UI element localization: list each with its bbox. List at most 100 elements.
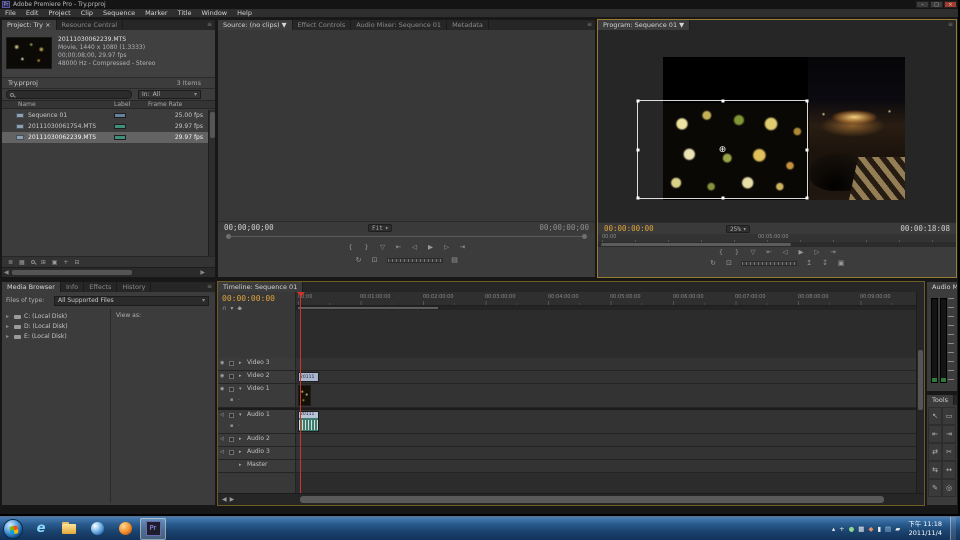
- sync-lock-checkbox[interactable]: [229, 361, 234, 366]
- start-button[interactable]: [3, 519, 23, 539]
- source-zoom-bar[interactable]: [218, 233, 595, 240]
- clip-video-2[interactable]: 20111: [298, 372, 319, 382]
- slide-tool[interactable]: ↔: [942, 461, 956, 479]
- taskbar-browser-button[interactable]: [112, 518, 138, 540]
- track-content[interactable]: [296, 460, 916, 472]
- lift-button[interactable]: ↥: [805, 259, 813, 267]
- project-hscrollbar[interactable]: ◀ ▶: [2, 267, 215, 277]
- list-view-button[interactable]: ≣: [8, 259, 13, 266]
- sync-lock-checkbox[interactable]: [229, 437, 234, 442]
- toggle-track-mute-icon[interactable]: ◁: [220, 449, 224, 455]
- label-chip[interactable]: [114, 124, 126, 129]
- selection-handle[interactable]: [637, 100, 640, 103]
- playhead[interactable]: [300, 292, 301, 493]
- pen-tool[interactable]: ✎: [928, 479, 942, 497]
- taskbar-premiere-button[interactable]: Pr: [140, 518, 166, 540]
- tab-source[interactable]: Source: (no clips) ▼: [218, 20, 293, 30]
- output-button[interactable]: ▤: [451, 256, 459, 264]
- tab-metadata[interactable]: Metadata: [447, 20, 489, 30]
- expand-arrow-icon[interactable]: ▸: [239, 449, 242, 455]
- in-filter-dropdown[interactable]: In: All ▾: [138, 90, 201, 99]
- selection-handle[interactable]: [806, 100, 809, 103]
- selection-handle[interactable]: [806, 197, 809, 200]
- search-input[interactable]: [14, 92, 128, 98]
- add-marker-button[interactable]: ▽: [379, 243, 387, 251]
- step-back-button[interactable]: ◁: [781, 248, 789, 256]
- selection-handle[interactable]: [806, 148, 809, 151]
- track-content[interactable]: 20111: [296, 371, 916, 383]
- new-bin-button[interactable]: ▣: [52, 259, 58, 266]
- column-header-name[interactable]: Name: [18, 101, 36, 109]
- vscroll-thumb[interactable]: [918, 350, 923, 410]
- tab-program[interactable]: Program: Sequence 01 ▼: [598, 20, 690, 30]
- find-button[interactable]: [31, 260, 35, 264]
- go-to-in-button[interactable]: ⇤: [765, 248, 773, 256]
- selection-tool[interactable]: ↖: [928, 407, 942, 425]
- selection-handle[interactable]: [637, 148, 640, 151]
- rolling-edit-tool[interactable]: ⇥: [942, 425, 956, 443]
- tray-icon[interactable]: ●: [849, 525, 855, 533]
- tree-expand-icon[interactable]: ▸: [6, 332, 9, 342]
- step-forward-button[interactable]: ▷: [443, 243, 451, 251]
- show-desktop-button[interactable]: [950, 517, 956, 540]
- play-button[interactable]: ▶: [427, 243, 435, 251]
- mark-in-button[interactable]: {: [347, 243, 355, 251]
- tab-tools[interactable]: Tools: [927, 395, 954, 405]
- loop-button[interactable]: ↻: [709, 259, 717, 267]
- playhead-marker[interactable]: [297, 292, 305, 297]
- tray-expand-icon[interactable]: ▴: [832, 525, 835, 533]
- go-to-out-button[interactable]: ⇥: [459, 243, 467, 251]
- set-display-style-icon[interactable]: ▪: [230, 397, 233, 403]
- menu-item-window[interactable]: Window: [196, 9, 232, 17]
- taskbar-ie-button[interactable]: e: [28, 518, 54, 540]
- program-mini-ruler[interactable]: 00:00 00:05:00:00: [598, 234, 956, 242]
- selection-handle[interactable]: [637, 197, 640, 200]
- tab-audio-mixer[interactable]: Audio Mixer: Sequence 01: [351, 20, 447, 30]
- loop-button[interactable]: ↻: [355, 256, 363, 264]
- slip-tool[interactable]: ⇆: [928, 461, 942, 479]
- expand-arrow-icon[interactable]: ▾: [239, 412, 242, 418]
- drive-item-d[interactable]: ▸ D: (Local Disk): [2, 322, 108, 332]
- track-content[interactable]: 20111: [296, 410, 916, 433]
- zoom-in-icon[interactable]: ▶: [230, 496, 235, 503]
- show-keyframes-icon[interactable]: ◦: [237, 397, 240, 403]
- taskbar-explorer-button[interactable]: [56, 518, 82, 540]
- menu-item-clip[interactable]: Clip: [76, 9, 98, 17]
- close-button[interactable]: ×: [944, 1, 957, 8]
- clear-button[interactable]: ⊟: [74, 259, 79, 266]
- jog-control[interactable]: [741, 261, 797, 266]
- track-content[interactable]: [296, 358, 916, 370]
- track-content[interactable]: [296, 447, 916, 459]
- tray-icon[interactable]: ▮: [877, 525, 881, 533]
- label-chip[interactable]: [114, 113, 126, 118]
- anchor-point-icon[interactable]: ⊕: [719, 145, 727, 155]
- scroll-thumb[interactable]: [601, 243, 791, 246]
- menu-item-marker[interactable]: Marker: [140, 9, 172, 17]
- safe-margins-button[interactable]: ⊡: [371, 256, 379, 264]
- show-keyframes-icon[interactable]: ◦: [237, 423, 240, 429]
- column-header-label[interactable]: Label: [114, 101, 130, 109]
- mark-in-button[interactable]: {: [717, 248, 725, 256]
- toggle-track-output-icon[interactable]: ◉: [220, 386, 224, 392]
- safe-margins-button[interactable]: ⊡: [725, 259, 733, 267]
- tray-icon[interactable]: ▦: [858, 525, 864, 533]
- tab-resource-central[interactable]: Resource Central: [57, 20, 124, 30]
- clip-audio-1[interactable]: 20111: [298, 411, 319, 432]
- icon-view-button[interactable]: ▦: [19, 259, 25, 266]
- zoom-tool[interactable]: ◎: [942, 479, 956, 497]
- drive-item-c[interactable]: ▸ C: (Local Disk): [2, 312, 108, 322]
- selection-handle[interactable]: [721, 197, 724, 200]
- project-row-sequence-01[interactable]: Sequence 01 25.00 fps: [2, 110, 215, 121]
- tree-expand-icon[interactable]: ▸: [6, 322, 9, 332]
- project-vscrollbar[interactable]: [208, 110, 215, 256]
- selection-handle[interactable]: [721, 100, 724, 103]
- go-to-out-button[interactable]: ⇥: [829, 248, 837, 256]
- tab-info[interactable]: Info: [61, 282, 84, 292]
- tab-timeline[interactable]: Timeline: Sequence 01: [218, 282, 303, 292]
- panel-menu-icon[interactable]: ≡: [584, 20, 595, 30]
- project-row-clip-1[interactable]: 20111030061754.MTS 29.97 fps: [2, 121, 215, 132]
- tab-effect-controls[interactable]: Effect Controls: [293, 20, 352, 30]
- zoom-handle-left[interactable]: [226, 234, 231, 239]
- ripple-edit-tool[interactable]: ⇤: [928, 425, 942, 443]
- project-row-clip-2-selected[interactable]: 20111030062239.MTS 29.97 fps: [2, 132, 215, 143]
